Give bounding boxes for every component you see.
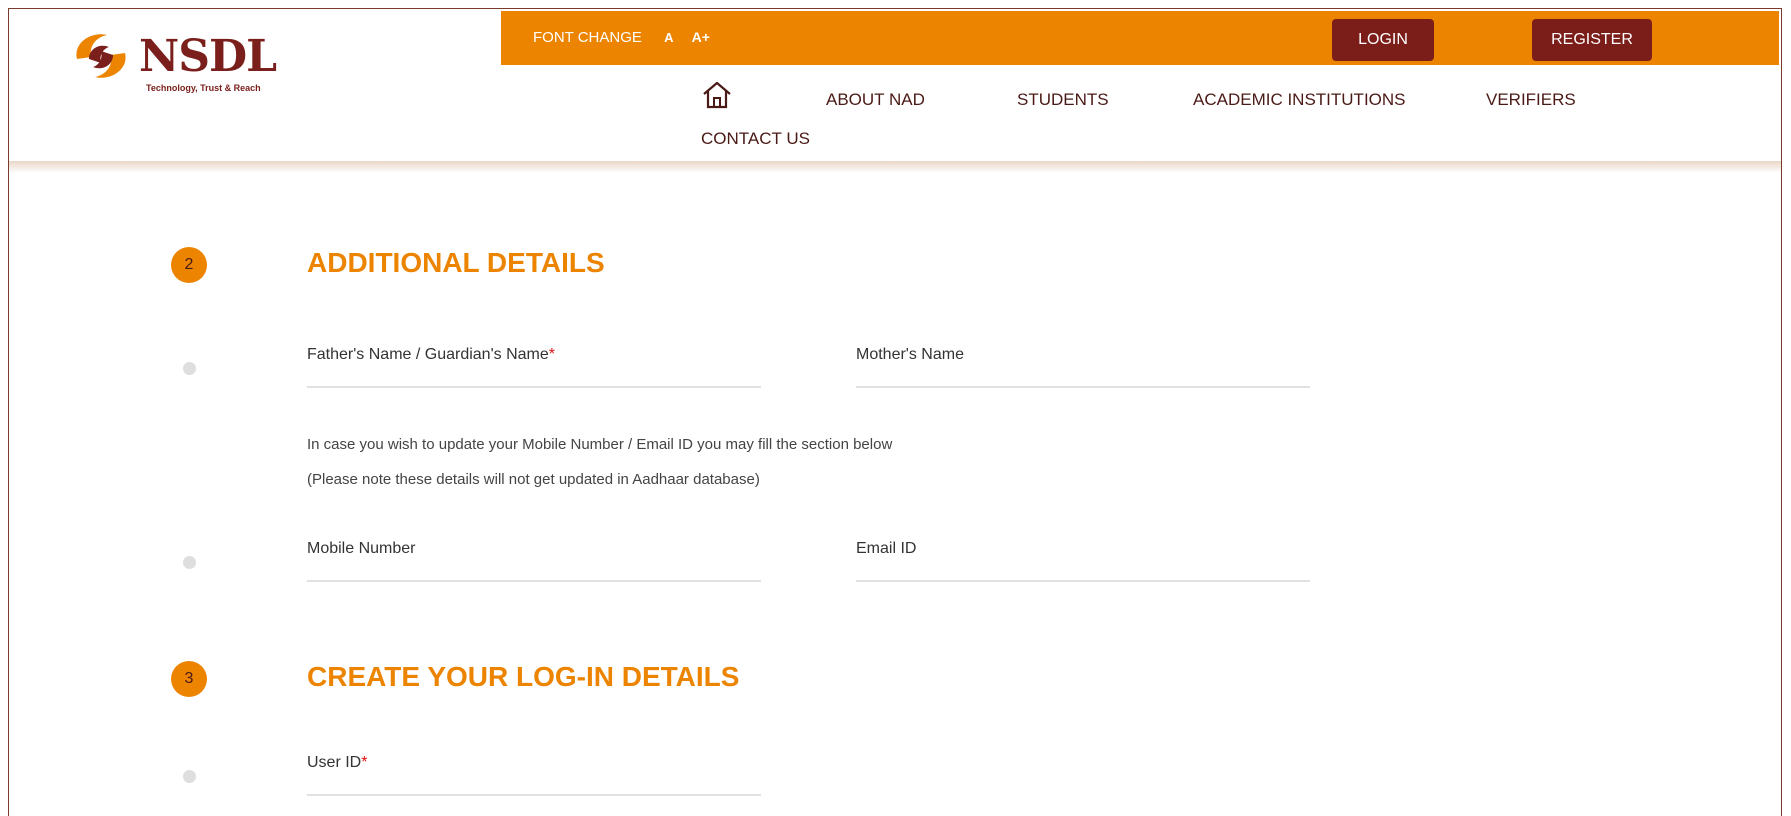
font-change-label: FONT CHANGE [533, 29, 642, 46]
nsdl-logo[interactable]: NSDL Technology, Trust & Reach [69, 21, 299, 101]
nav-verifiers[interactable]: VERIFIERS [1486, 90, 1576, 110]
header-divider [9, 161, 1781, 173]
mobile-number-field[interactable]: Mobile Number [307, 536, 761, 582]
required-mark: * [548, 346, 555, 363]
font-change-control: FONT CHANGE A A+ [533, 29, 710, 46]
field-label: Father's Name / Guardian's Name* [307, 346, 555, 363]
row-bullet [183, 770, 196, 783]
login-button[interactable]: LOGIN [1332, 19, 1434, 61]
home-icon[interactable] [701, 79, 733, 111]
logo-tagline: Technology, Trust & Reach [146, 83, 261, 93]
mother-name-field[interactable]: Mother's Name [856, 342, 1310, 388]
step-number-2: 2 [171, 247, 207, 283]
section-title-login-details: CREATE YOUR LOG-IN DETAILS [307, 661, 740, 692]
font-size-increase-button[interactable]: A+ [692, 29, 710, 45]
register-button[interactable]: REGISTER [1532, 19, 1652, 61]
update-contact-note: In case you wish to update your Mobile N… [307, 436, 893, 453]
logo-text: NSDL [139, 31, 277, 82]
font-size-normal-button[interactable]: A [664, 30, 673, 45]
field-label: Mobile Number [307, 540, 416, 557]
row-bullet [183, 556, 196, 569]
section-title-additional-details: ADDITIONAL DETAILS [307, 247, 605, 278]
nav-academic-institutions[interactable]: ACADEMIC INSTITUTIONS [1193, 90, 1406, 110]
row-bullet [183, 362, 196, 375]
page-frame: NSDL Technology, Trust & Reach FONT CHAN… [8, 8, 1782, 816]
field-label: User ID* [307, 754, 368, 771]
nav-contact-us[interactable]: CONTACT US [701, 129, 810, 149]
top-bar: FONT CHANGE A A+ LOGIN REGISTER [501, 11, 1779, 65]
field-label: Mother's Name [856, 346, 964, 363]
nav-about-nad[interactable]: ABOUT NAD [826, 90, 925, 110]
nsdl-logo-icon [76, 34, 126, 78]
nav-students[interactable]: STUDENTS [1017, 90, 1109, 110]
email-id-field[interactable]: Email ID [856, 536, 1310, 582]
step-number-3: 3 [171, 661, 207, 697]
father-guardian-name-field[interactable]: Father's Name / Guardian's Name* [307, 342, 761, 388]
user-id-field[interactable]: User ID* [307, 750, 761, 796]
field-label: Email ID [856, 540, 917, 557]
required-mark: * [361, 754, 368, 771]
aadhaar-note: (Please note these details will not get … [307, 471, 760, 488]
